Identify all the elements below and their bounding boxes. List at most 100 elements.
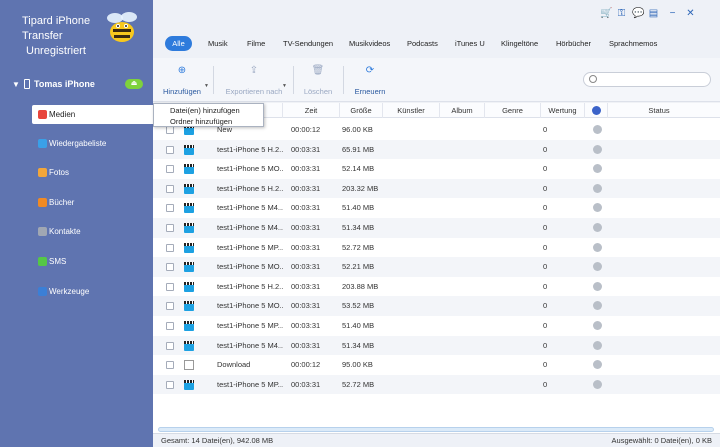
row-checkbox[interactable]: [166, 263, 174, 272]
registration-status[interactable]: Unregistriert: [22, 44, 90, 59]
cell-rating[interactable]: 0: [543, 140, 551, 160]
cell-rating[interactable]: 0: [543, 120, 551, 140]
row-checkbox[interactable]: [166, 243, 174, 252]
toolbar: ⊕ Hinzufügen ▼ ⇪ Exportieren nach ▼ 🗑 Lö…: [153, 58, 720, 102]
column-header-time[interactable]: Zeit: [283, 103, 340, 118]
cell-rating[interactable]: 0: [543, 355, 551, 375]
table-row[interactable]: test1-iPhone 5 H.2... 00:03:31 203.88 MB 0: [153, 277, 720, 297]
column-header-size[interactable]: Größe: [340, 103, 383, 118]
column-header-name[interactable]: [264, 103, 283, 118]
eject-button[interactable]: ⏏: [125, 79, 143, 89]
music-icon: [38, 110, 47, 119]
sidebar-item-sms[interactable]: SMS: [32, 252, 153, 271]
cell-name: test1-iPhone 5 H.2...: [217, 144, 283, 154]
chat-icon[interactable]: 💬: [632, 8, 644, 19]
tab-audiobooks[interactable]: Hörbücher: [556, 36, 591, 51]
row-checkbox[interactable]: [166, 184, 174, 193]
close-button[interactable]: ✕: [685, 8, 696, 19]
cell-rating[interactable]: 0: [543, 296, 551, 316]
sidebar-item-tools[interactable]: Werkzeuge: [32, 282, 153, 301]
tab-tv-shows[interactable]: TV-Sendungen: [283, 36, 333, 51]
table-row[interactable]: Download 00:00:12 95.00 KB 0: [153, 355, 720, 375]
cell-rating[interactable]: 0: [543, 336, 551, 356]
device-row[interactable]: ▼ Tomas iPhone ⏏: [0, 78, 153, 94]
cart-icon[interactable]: 🛒: [600, 8, 612, 19]
tab-music[interactable]: Musik: [208, 36, 228, 51]
row-checkbox[interactable]: [166, 302, 174, 311]
collapse-arrow-icon[interactable]: ▼: [12, 80, 20, 89]
tab-ringtones[interactable]: Klingeltöne: [501, 36, 538, 51]
table-row[interactable]: test1-iPhone 5 M4... 00:03:31 51.34 MB 0: [153, 218, 720, 238]
document-icon: [184, 360, 194, 371]
table-row[interactable]: test1-iPhone 5 M4... 00:03:31 51.40 MB 0: [153, 198, 720, 218]
row-checkbox[interactable]: [166, 282, 174, 291]
cell-rating[interactable]: 0: [543, 198, 551, 218]
cell-rating[interactable]: 0: [543, 375, 551, 395]
table-row[interactable]: test1-iPhone 5 MO... 00:03:31 52.21 MB 0: [153, 257, 720, 277]
menu-item-add-files[interactable]: Datei(en) hinzufügen: [170, 105, 240, 116]
table-row[interactable]: test1-iPhone 5 MO... 00:03:31 53.52 MB 0: [153, 296, 720, 316]
tab-all[interactable]: Alle: [165, 36, 192, 51]
tab-music-videos[interactable]: Musikvideos: [349, 36, 390, 51]
tab-itunes-u[interactable]: iTunes U: [455, 36, 485, 51]
column-header-genre[interactable]: Genre: [485, 103, 541, 118]
row-checkbox[interactable]: [166, 145, 174, 154]
row-checkbox[interactable]: [166, 224, 174, 232]
sidebar-item-books[interactable]: Bücher: [32, 193, 153, 212]
table-row[interactable]: test1-iPhone 5 MP... 00:03:31 52.72 MB 0: [153, 374, 720, 395]
search-input[interactable]: [600, 74, 705, 85]
table-row[interactable]: test1-iPhone 5 M4... 00:03:31 51.34 MB 0: [153, 335, 720, 356]
bee-logo-icon: [107, 12, 137, 42]
cell-rating[interactable]: 0: [543, 257, 551, 277]
row-checkbox[interactable]: [166, 204, 174, 213]
add-dropdown-arrow-icon[interactable]: ▼: [204, 83, 209, 89]
feedback-icon[interactable]: ▤: [648, 8, 659, 19]
refresh-button[interactable]: ⟳ Erneuern: [350, 62, 390, 98]
table-row[interactable]: test1-iPhone 5 MP... 00:03:31 52.72 MB 0: [153, 238, 720, 258]
video-icon: [184, 223, 194, 233]
cloud-status-icon: [593, 223, 602, 232]
cell-size: 51.40 MB: [342, 203, 375, 213]
export-dropdown-arrow-icon[interactable]: ▼: [282, 83, 287, 89]
row-checkbox[interactable]: [166, 361, 174, 370]
cell-size: 96.00 KB: [342, 125, 373, 134]
table-row[interactable]: test1-iPhone 5 MP... 00:03:31 51.40 MB 0: [153, 316, 720, 336]
app-title: Tipard iPhone Transfer Unregistriert: [22, 14, 90, 59]
delete-button[interactable]: 🗑 Löschen: [300, 62, 336, 98]
row-checkbox[interactable]: [166, 341, 174, 350]
column-header-album[interactable]: Album: [440, 103, 485, 118]
sidebar-item-photos[interactable]: Fotos: [32, 163, 153, 182]
cell-rating[interactable]: 0: [543, 159, 551, 179]
key-icon[interactable]: ⚿: [616, 8, 627, 19]
row-checkbox[interactable]: [166, 322, 174, 330]
tab-voice-memos[interactable]: Sprachmemos: [609, 36, 657, 51]
export-button[interactable]: ⇪ Exportieren nach: [219, 62, 289, 98]
row-checkbox[interactable]: [166, 380, 174, 389]
sidebar-item-contacts[interactable]: Kontakte: [32, 222, 153, 241]
tab-podcasts[interactable]: Podcasts: [407, 36, 438, 51]
app-title-line1: Tipard iPhone: [22, 15, 91, 27]
cell-rating[interactable]: 0: [543, 316, 551, 336]
horizontal-scrollbar[interactable]: [158, 427, 714, 432]
cell-rating[interactable]: 0: [543, 218, 551, 238]
search-box[interactable]: [583, 72, 711, 87]
table-row[interactable]: test1-iPhone 5 MO... 00:03:31 52.14 MB 0: [153, 159, 720, 179]
cell-rating[interactable]: 0: [543, 277, 551, 297]
sidebar-item-media[interactable]: Medien: [32, 105, 153, 124]
column-header-rating[interactable]: Wertung: [541, 103, 585, 118]
cell-rating[interactable]: 0: [543, 238, 551, 258]
add-button-label: Hinzufügen: [163, 87, 201, 96]
table-row[interactable]: test1-iPhone 5 H.2... 00:03:31 203.32 MB 0: [153, 178, 720, 199]
row-checkbox[interactable]: [166, 126, 174, 134]
cloud-status-icon: [593, 183, 602, 193]
column-header-artist[interactable]: Künstler: [383, 103, 440, 118]
table-row[interactable]: test1-iPhone 5 H.2... 00:03:31 65.91 MB 0: [153, 139, 720, 160]
row-checkbox[interactable]: [166, 165, 174, 174]
tab-movies[interactable]: Filme: [247, 36, 265, 51]
cell-rating[interactable]: 0: [543, 179, 551, 199]
minimize-button[interactable]: −: [667, 8, 678, 19]
add-button[interactable]: ⊕ Hinzufügen: [159, 62, 205, 98]
menu-item-add-folder[interactable]: Ordner hinzufügen: [170, 116, 232, 127]
sidebar-item-playlist[interactable]: Wiedergabeliste: [32, 134, 153, 153]
column-header-status[interactable]: Status: [608, 103, 710, 118]
